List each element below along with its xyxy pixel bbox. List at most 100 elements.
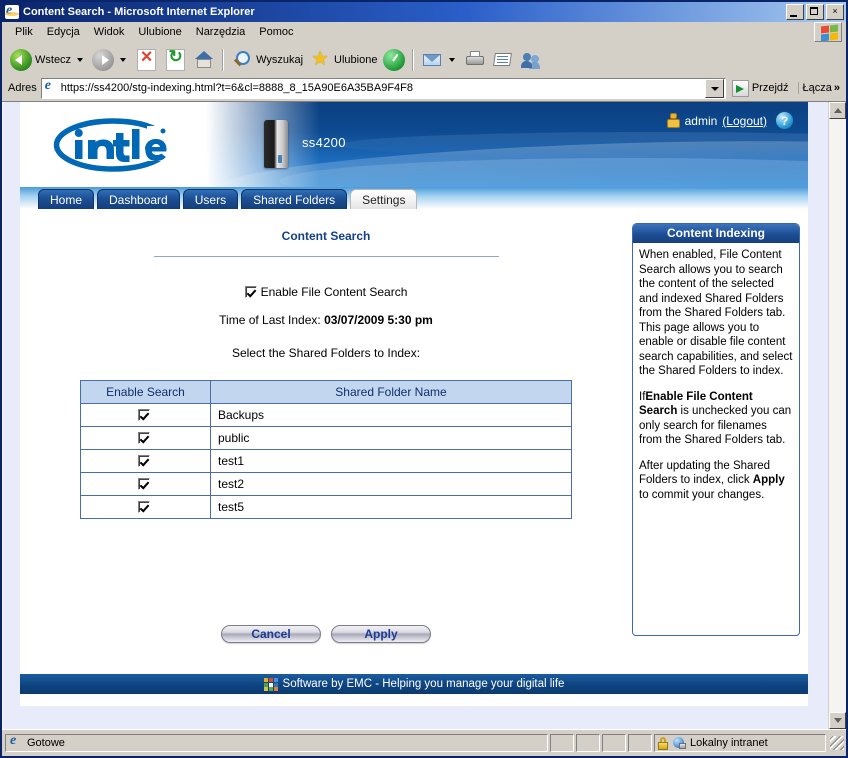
star-icon	[309, 46, 331, 71]
resize-grip[interactable]	[830, 736, 844, 750]
mail-button[interactable]	[418, 45, 461, 75]
menu-item-edit[interactable]: Edycja	[40, 24, 87, 40]
user-icon	[666, 113, 680, 128]
back-label: Wstecz	[35, 54, 72, 66]
messenger-button[interactable]	[517, 45, 545, 75]
links-label: Łącza	[802, 82, 832, 94]
window-controls: ×	[786, 4, 844, 20]
row-folder-name: Backups	[210, 403, 572, 427]
row-enable-checkbox[interactable]	[137, 501, 150, 513]
security-zone-text: Lokalny intranet	[690, 737, 768, 749]
go-arrow-icon	[731, 79, 749, 97]
intel-logo	[53, 118, 174, 172]
intranet-zone-icon	[672, 736, 686, 750]
last-index-row: Time of Last Index: 03/07/2009 5:30 pm	[20, 313, 632, 327]
row-enable-checkbox[interactable]	[137, 478, 150, 490]
enable-file-content-search-checkbox[interactable]	[244, 286, 257, 298]
help-column: Content Indexing When enabled, File Cont…	[632, 209, 808, 674]
menu-item-file[interactable]: Plik	[8, 24, 40, 40]
tab-users[interactable]: Users	[182, 189, 239, 209]
browser-toolbar: Wstecz Wyszukaj Ulubione	[2, 43, 846, 77]
footer-spacer	[20, 694, 808, 706]
form-actions: Cancel Apply	[20, 625, 632, 643]
row-enable-checkbox[interactable]	[137, 432, 150, 444]
favorites-label: Ulubione	[334, 54, 378, 66]
chevron-double-right-icon: »	[833, 82, 840, 94]
tab-home[interactable]: Home	[38, 189, 95, 209]
banner-wave-3	[340, 132, 808, 158]
history-button[interactable]	[380, 45, 408, 75]
go-button[interactable]: Przejdź	[730, 79, 794, 97]
lock-icon	[658, 736, 668, 750]
tab-shared-folders[interactable]: Shared Folders	[241, 189, 348, 209]
menu-item-favorites[interactable]: Ulubione	[131, 24, 188, 40]
row-enable-checkbox[interactable]	[137, 409, 150, 421]
vertical-scrollbar[interactable]	[828, 102, 846, 729]
column-header-shared-folder-name: Shared Folder Name	[210, 380, 572, 404]
print-button[interactable]	[461, 45, 489, 75]
search-button[interactable]: Wyszukaj	[228, 45, 306, 75]
status-pane-4	[628, 734, 652, 752]
back-dropdown-icon[interactable]	[77, 58, 84, 62]
browser-viewport: ss4200 admin (Logout) ? Home Dashboard U…	[2, 101, 846, 729]
favorites-button[interactable]: Ulubione	[306, 45, 380, 75]
page-favicon-icon	[43, 81, 58, 95]
scroll-up-button[interactable]	[829, 102, 846, 119]
emc-logo-icon	[263, 678, 278, 691]
minimize-button[interactable]	[786, 4, 804, 20]
help-question-icon[interactable]: ?	[775, 111, 794, 130]
windows-flag-icon	[814, 22, 842, 42]
last-index-label: Time of Last Index:	[219, 313, 321, 327]
status-text: Gotowe	[27, 737, 65, 749]
menu-bar: Plik Edycja Widok Ulubione Narzędzia Pom…	[2, 22, 846, 43]
enable-content-search-row: Enable File Content Search	[20, 285, 632, 299]
home-button[interactable]	[190, 45, 218, 75]
forward-dropdown-icon[interactable]	[120, 58, 127, 62]
forward-button[interactable]	[89, 45, 132, 75]
refresh-button[interactable]	[161, 45, 190, 75]
address-label: Adres	[8, 82, 37, 94]
row-checkbox-cell	[80, 495, 211, 519]
status-bar: Gotowe Lokalny intranet	[2, 729, 846, 756]
title-bar: Content Search - Microsoft Internet Expl…	[2, 2, 846, 22]
row-folder-name: public	[210, 426, 572, 450]
tab-settings[interactable]: Settings	[350, 189, 418, 209]
row-folder-name: test5	[210, 495, 572, 519]
address-dropdown-button[interactable]	[704, 78, 724, 98]
apply-button[interactable]: Apply	[331, 625, 431, 643]
status-pane-1	[550, 734, 574, 752]
scroll-down-button[interactable]	[829, 712, 846, 729]
page-canvas: ss4200 admin (Logout) ? Home Dashboard U…	[2, 102, 828, 729]
menu-item-tools[interactable]: Narzędzia	[189, 24, 253, 40]
address-input[interactable]: https://ss4200/stg-indexing.html?t=6&cl=…	[40, 77, 726, 99]
menu-item-help[interactable]: Pomoc	[252, 24, 300, 40]
menu-item-view[interactable]: Widok	[87, 24, 132, 40]
tab-dashboard[interactable]: Dashboard	[97, 189, 180, 209]
maximize-button[interactable]	[806, 4, 824, 20]
page-title: Content Search	[281, 229, 371, 243]
row-folder-name: test2	[210, 472, 572, 496]
history-clock-icon	[383, 49, 406, 71]
close-button[interactable]: ×	[826, 4, 844, 20]
row-enable-checkbox[interactable]	[137, 455, 150, 467]
table-row: test5	[80, 495, 572, 519]
help-p3-pre: After updating the Shared Folders to ind…	[639, 459, 771, 487]
search-label: Wyszukaj	[256, 54, 304, 66]
security-zone-pane[interactable]: Lokalny intranet	[654, 734, 826, 752]
mail-icon	[421, 49, 443, 71]
cancel-button[interactable]: Cancel	[221, 625, 321, 643]
scrollbar-track[interactable]	[829, 119, 846, 712]
stop-icon	[137, 45, 157, 71]
edit-button[interactable]	[489, 45, 517, 75]
status-pane-2	[576, 734, 600, 752]
back-button[interactable]: Wstecz	[7, 45, 89, 75]
row-checkbox-cell	[80, 472, 211, 496]
mail-dropdown-icon[interactable]	[449, 58, 456, 62]
help-panel: Content Indexing When enabled, File Cont…	[632, 223, 800, 636]
links-button[interactable]: Łącza »	[797, 82, 844, 94]
logout-link[interactable]: (Logout)	[722, 114, 767, 128]
table-row: Backups	[80, 403, 572, 427]
stop-button[interactable]	[132, 45, 161, 75]
back-arrow-icon	[10, 49, 32, 71]
table-row: test1	[80, 449, 572, 473]
